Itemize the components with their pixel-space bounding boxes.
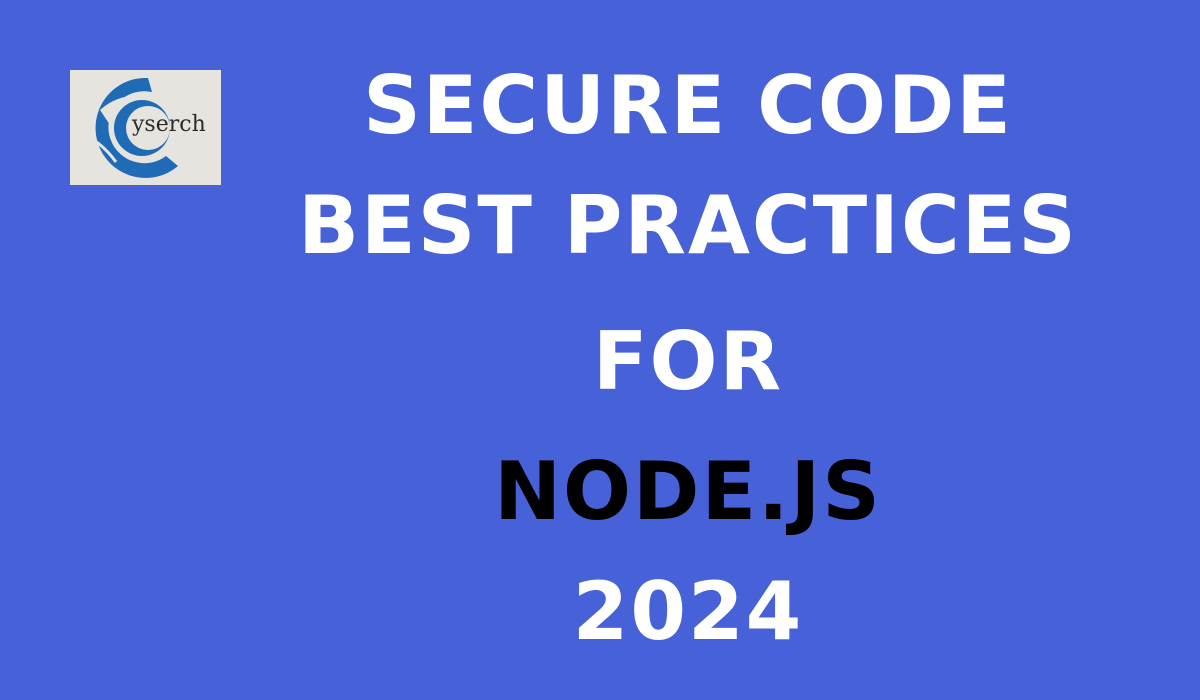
title-line-5: 2024 [572, 565, 804, 658]
title-line-1: SECURE CODE [363, 59, 1013, 152]
title-line-2: BEST PRACTICES [298, 179, 1078, 272]
title-line-4: NODE.JS [494, 445, 882, 538]
title-line-3: FOR [592, 315, 784, 408]
